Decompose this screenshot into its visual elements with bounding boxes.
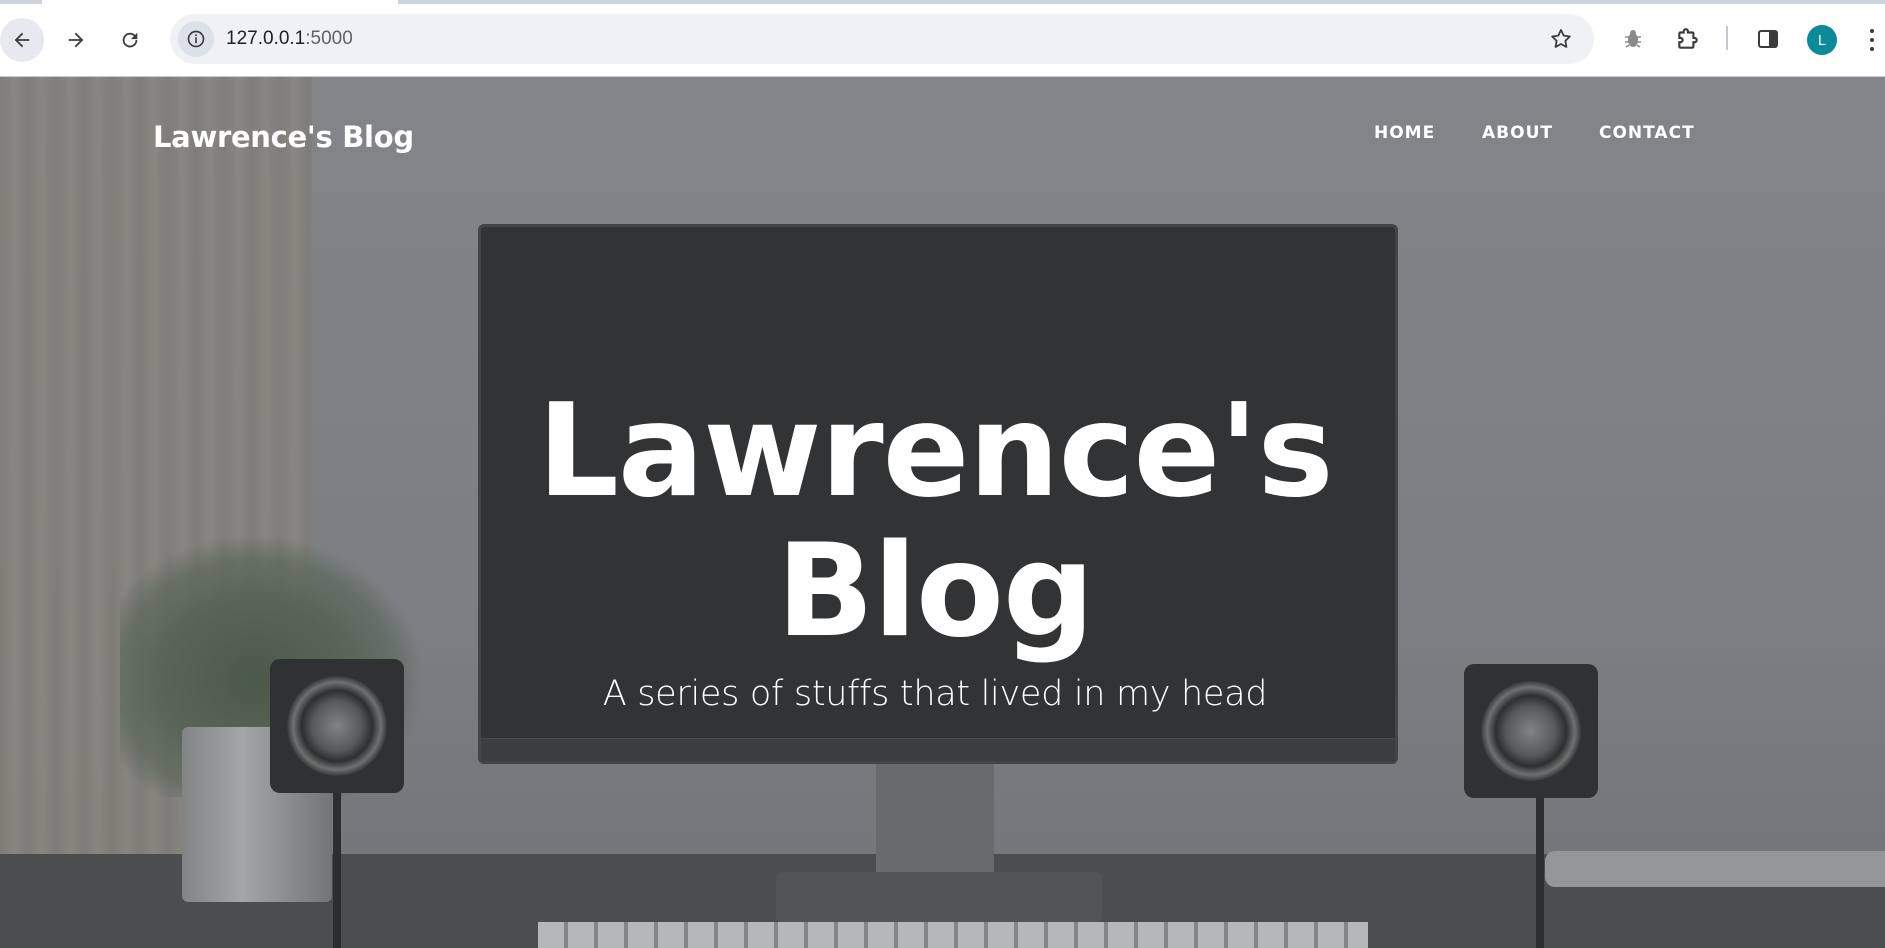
browser-toolbar: 127.0.0.1:5000 L xyxy=(0,0,1885,77)
url-host: 127.0.0.1 xyxy=(226,28,306,49)
url-text[interactable]: 127.0.0.1:5000 xyxy=(226,28,353,50)
reload-button[interactable] xyxy=(108,18,152,62)
hero-title-line-2: Blog xyxy=(776,517,1095,666)
profile-avatar[interactable]: L xyxy=(1807,25,1837,55)
main-nav: HOME ABOUT CONTACT xyxy=(0,119,1885,159)
puzzle-icon xyxy=(1678,28,1698,49)
hero-header: Lawrence's Blog HOME ABOUT CONTACT Lawre… xyxy=(0,77,1885,948)
browser-menu-button[interactable] xyxy=(1866,24,1878,56)
forward-button[interactable] xyxy=(54,18,98,62)
star-icon xyxy=(1551,29,1571,48)
avatar-initial: L xyxy=(1817,31,1827,49)
back-button[interactable] xyxy=(0,18,44,62)
nav-contact-link[interactable]: CONTACT xyxy=(1599,123,1695,143)
extension-button[interactable] xyxy=(1616,22,1650,56)
address-bar[interactable]: 127.0.0.1:5000 xyxy=(170,14,1594,64)
arrow-right-icon xyxy=(68,32,84,48)
nav-about-link[interactable]: ABOUT xyxy=(1482,123,1553,143)
toolbar-separator xyxy=(1726,26,1728,50)
reload-icon xyxy=(122,32,138,48)
nav-home-link[interactable]: HOME xyxy=(1374,123,1435,143)
side-panel-button[interactable] xyxy=(1751,22,1785,56)
hero-title: Lawrence's Blog xyxy=(0,382,1870,662)
info-icon xyxy=(187,30,205,48)
bookmark-button[interactable] xyxy=(1546,24,1576,54)
side-panel-icon xyxy=(1758,30,1778,48)
arrow-left-icon xyxy=(14,32,30,48)
kebab-menu-icon xyxy=(1870,29,1874,33)
extensions-button[interactable] xyxy=(1671,22,1705,56)
bug-icon xyxy=(1625,30,1641,48)
site-info-button[interactable] xyxy=(178,21,214,57)
url-port: :5000 xyxy=(305,28,353,49)
active-tab-edge[interactable] xyxy=(42,0,398,4)
hero-title-line-1: Lawrence's xyxy=(537,377,1333,526)
hero-subtitle: A series of stuffs that lived in my head xyxy=(602,674,1268,714)
